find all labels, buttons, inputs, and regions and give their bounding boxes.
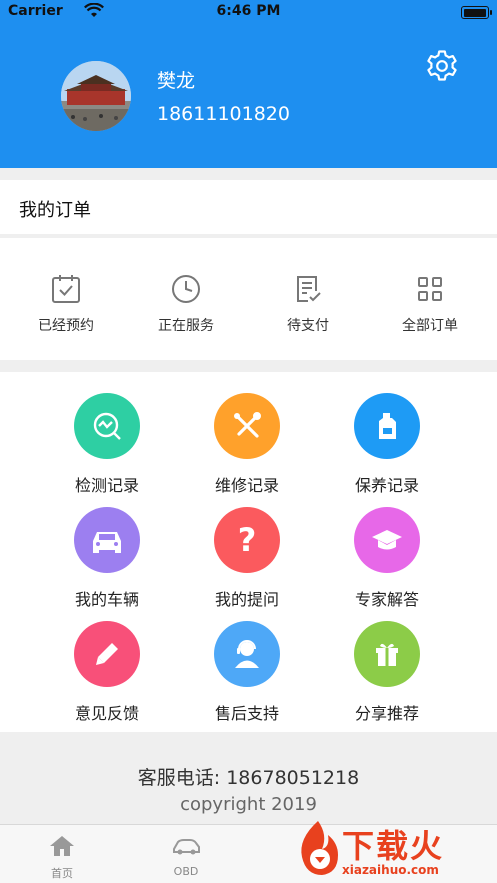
- watermark-logo: 下载火 xiazaihuo.com: [290, 813, 497, 883]
- service-label: 分享推荐: [354, 704, 419, 723]
- service-feedback[interactable]: 意见反馈: [37, 600, 177, 723]
- battery-icon: [461, 6, 492, 19]
- diagnostic-icon: [74, 393, 140, 459]
- tab-home[interactable]: 首页: [0, 825, 124, 883]
- support-agent-icon: [214, 621, 280, 687]
- service-share[interactable]: 分享推荐: [317, 600, 457, 723]
- question-icon: ?: [214, 507, 280, 573]
- car-icon: [74, 507, 140, 573]
- tab-obd-label: OBD: [173, 865, 199, 878]
- tab-obd[interactable]: OBD: [124, 825, 248, 883]
- orders-section-title: 我的订单: [19, 200, 91, 221]
- tools-icon: [214, 393, 280, 459]
- document-check-icon: [297, 276, 321, 302]
- footer: 客服电话: 18678051218 copyright 2019: [0, 732, 497, 824]
- calendar-check-icon: [52, 275, 80, 303]
- order-in-service[interactable]: 正在服务: [124, 238, 248, 360]
- service-my-vehicles[interactable]: 我的车辆: [37, 486, 177, 609]
- service-inspection-records[interactable]: 检测记录: [37, 372, 177, 495]
- order-pending-payment[interactable]: 待支付: [246, 238, 370, 360]
- graduation-cap-icon: [354, 507, 420, 573]
- grid-icon: [418, 277, 442, 301]
- watermark-text: 下载火: [342, 827, 445, 865]
- watermark-url: xiazaihuo.com: [342, 863, 439, 877]
- status-bar: Carrier 6:46 PM: [0, 0, 497, 24]
- service-after-sales[interactable]: 售后支持: [177, 600, 317, 723]
- tab-home-label: 首页: [51, 867, 73, 880]
- service-label: 意见反馈: [74, 704, 139, 723]
- avatar[interactable]: [61, 61, 131, 131]
- settings-gear-icon[interactable]: [424, 48, 460, 84]
- user-name: 樊龙: [157, 70, 196, 92]
- service-maintenance-records[interactable]: 保养记录: [317, 372, 457, 495]
- order-all-label: 全部订单: [402, 318, 458, 334]
- copyright-text: copyright 2019: [180, 794, 317, 815]
- customer-service-hotline[interactable]: 客服电话: 18678051218: [0, 763, 497, 790]
- service-label: 售后支持: [214, 704, 279, 723]
- profile-header: Carrier 6:46 PM 樊龙 18611101820: [0, 0, 497, 168]
- clock-time: 6:46 PM: [216, 3, 281, 19]
- avatar-photo: [61, 61, 131, 131]
- service-grid: 检测记录 维修记录 保养记录 我的车辆 ? 我的提问 专家解答 意见反馈 售后支…: [0, 372, 497, 732]
- user-phone: 18611101820: [157, 103, 290, 125]
- order-all[interactable]: 全部订单: [368, 238, 492, 360]
- order-booked-label: 已经预约: [38, 318, 94, 334]
- service-repair-records[interactable]: 维修记录: [177, 372, 317, 495]
- order-pending-payment-label: 待支付: [287, 318, 329, 334]
- home-icon: [50, 836, 74, 856]
- flame-logo-icon: [301, 821, 338, 875]
- oil-bottle-icon: [354, 393, 420, 459]
- order-in-service-label: 正在服务: [158, 318, 214, 334]
- service-expert-answers[interactable]: 专家解答: [317, 486, 457, 609]
- gift-icon: [354, 621, 420, 687]
- service-my-questions[interactable]: ? 我的提问: [177, 486, 317, 609]
- order-booked[interactable]: 已经预约: [4, 238, 128, 360]
- orders-section-header: 我的订单: [0, 180, 497, 234]
- car-obd-icon: [173, 839, 200, 855]
- clock-icon: [172, 275, 200, 303]
- pencil-icon: [74, 621, 140, 687]
- order-status-row: 已经预约 正在服务 待支付 全部订单: [0, 238, 497, 360]
